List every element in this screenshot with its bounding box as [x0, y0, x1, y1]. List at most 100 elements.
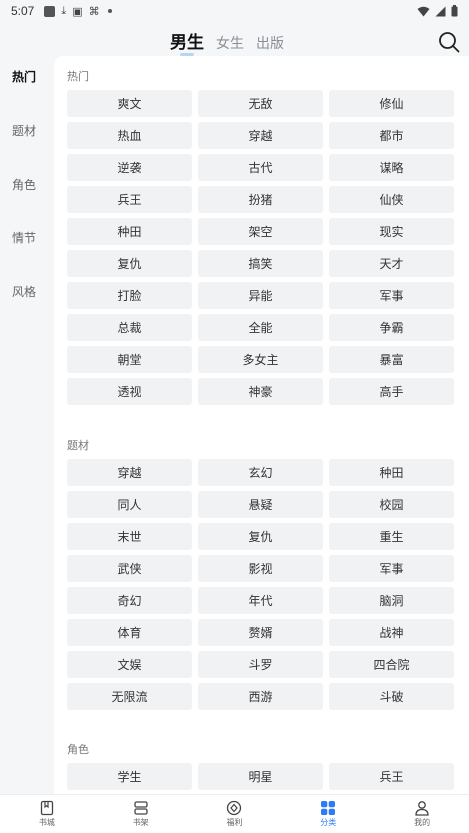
- category-tag[interactable]: 学生: [67, 763, 192, 791]
- category-tag[interactable]: 热血: [67, 122, 192, 149]
- sidebar-item-4[interactable]: 风格: [12, 283, 36, 300]
- nav-item-2[interactable]: 福利: [188, 795, 282, 833]
- category-tag[interactable]: 脑洞: [329, 587, 454, 614]
- category-tag[interactable]: 天才: [329, 250, 454, 277]
- category-tag[interactable]: 无限流: [67, 683, 192, 710]
- nav-label: 福利: [226, 818, 243, 827]
- category-tag[interactable]: 悬疑: [198, 491, 323, 518]
- wifi-icon: [417, 6, 430, 16]
- category-tag[interactable]: 同人: [67, 491, 192, 518]
- category-tag[interactable]: 打脸: [67, 282, 192, 309]
- tag-grid: 穿越 玄幻 种田同人 悬疑 校园末世 复仇 重生武侠 影视 军事奇幻 年代 脑洞体育 赘婿 战神文娱 斗罗…: [67, 459, 455, 710]
- category-tag[interactable]: 无敌: [198, 90, 323, 117]
- category-tag[interactable]: 仙侠: [329, 186, 454, 213]
- category-tag[interactable]: 现实: [329, 218, 454, 245]
- category-tag[interactable]: 种田: [67, 218, 192, 245]
- category-tag[interactable]: 扮猪: [198, 186, 323, 213]
- category-tag[interactable]: 异能: [198, 282, 323, 309]
- tag-grid: 爽文 无敌 修仙热血 穿越 都市逆袭 古代 谋略兵王 扮猪 仙侠种田 架空 现实复仇 搞笑 天才打脸 异能…: [67, 90, 455, 405]
- section-title: 题材: [67, 439, 89, 452]
- header: 男生 女生 出版: [0, 22, 469, 58]
- category-tag[interactable]: 军事: [329, 282, 454, 309]
- category-tag[interactable]: 奇幻: [67, 587, 192, 614]
- nav-item-0[interactable]: 书城: [0, 795, 94, 833]
- status-time: 5:07: [11, 4, 35, 18]
- category-tag[interactable]: 玄幻: [198, 459, 323, 486]
- category-tag[interactable]: 影视: [198, 555, 323, 582]
- category-tag[interactable]: 明星: [198, 763, 323, 791]
- category-tag[interactable]: 神豪: [198, 378, 323, 405]
- category-tag[interactable]: 武侠: [67, 555, 192, 582]
- app-notification-icon-2: ⌘: [88, 4, 100, 18]
- category-content[interactable]: 热门 爽文 无敌 修仙 热血 穿越 都市 逆袭 古代 谋略 兵王 扮猪 仙侠 种田 架空 现实 复仇 搞笑 天才 打脸…: [54, 56, 469, 794]
- category-tag[interactable]: 年代: [198, 587, 323, 614]
- nav-label: 书城: [38, 818, 55, 827]
- app-notification-icon: [44, 5, 56, 17]
- status-bar: 5:07 ⤓ ▣ ⌘: [0, 0, 469, 22]
- sidebar-item-1[interactable]: 题材: [12, 122, 36, 139]
- category-tag[interactable]: 逆袭: [67, 154, 192, 181]
- category-tag[interactable]: 古代: [198, 154, 323, 181]
- bottom-nav: 书城 书架 福利 分类 我的: [0, 794, 469, 833]
- category-tag[interactable]: 兵王: [67, 186, 192, 213]
- nav-label: 分类: [320, 818, 337, 827]
- user-icon: [414, 800, 430, 816]
- tag-grid: 学生明星兵王神医医生学霸: [67, 763, 455, 794]
- category-tag[interactable]: 复仇: [198, 523, 323, 550]
- category-tag[interactable]: 复仇: [67, 250, 192, 277]
- section-title: 角色: [67, 743, 89, 757]
- category-tag[interactable]: 都市: [329, 122, 454, 149]
- category-tag[interactable]: 种田: [329, 459, 454, 486]
- category-tag[interactable]: 四合院: [329, 651, 454, 678]
- category-tag[interactable]: 军事: [329, 555, 454, 582]
- category-tag[interactable]: 谋略: [329, 154, 454, 181]
- category-tag[interactable]: 文娱: [67, 651, 192, 678]
- nav-item-3[interactable]: 分类: [281, 795, 375, 833]
- gender-tab-1[interactable]: 女生: [216, 33, 244, 53]
- bookshelf-icon: [133, 800, 149, 816]
- search-icon[interactable]: [438, 31, 460, 53]
- category-tag[interactable]: 搞笑: [198, 250, 323, 277]
- sidebar-item-3[interactable]: 情节: [12, 229, 36, 246]
- category-tag[interactable]: 校园: [329, 491, 454, 518]
- category-tag[interactable]: 透视: [67, 378, 192, 405]
- more-notifications-dot-icon: [107, 9, 112, 13]
- category-tag[interactable]: 末世: [67, 523, 192, 550]
- category-tag[interactable]: 穿越: [198, 122, 323, 149]
- category-tag[interactable]: 暴富: [329, 346, 454, 373]
- nav-item-1[interactable]: 书架: [94, 795, 188, 833]
- gender-tab-2[interactable]: 出版: [256, 33, 284, 53]
- category-tag[interactable]: 战神: [329, 619, 454, 646]
- category-tag[interactable]: 西游: [198, 683, 323, 710]
- nav-label: 书架: [132, 818, 149, 827]
- bookmark-book-icon: [39, 800, 55, 816]
- download-icon: ⤓: [61, 4, 67, 17]
- category-tag[interactable]: 斗罗: [198, 651, 323, 678]
- nav-item-4[interactable]: 我的: [375, 795, 469, 833]
- category-tag[interactable]: 斗破: [329, 683, 454, 710]
- category-tag[interactable]: 架空: [198, 218, 323, 245]
- sidebar-item-0[interactable]: 热门: [12, 68, 36, 85]
- gender-tabs: 男生 女生 出版: [170, 28, 284, 56]
- category-tag[interactable]: 争霸: [329, 314, 454, 341]
- category-tag[interactable]: 修仙: [329, 90, 454, 117]
- sidebar-item-2[interactable]: 角色: [12, 176, 36, 193]
- coin-icon: [226, 800, 242, 816]
- gender-tab-0[interactable]: 男生: [170, 28, 204, 56]
- category-tag[interactable]: 兵王: [329, 763, 454, 791]
- category-tag[interactable]: 重生: [329, 523, 454, 550]
- category-tag[interactable]: 赘婿: [198, 619, 323, 646]
- category-tag[interactable]: 朝堂: [67, 346, 192, 373]
- category-tag[interactable]: 爽文: [67, 90, 192, 117]
- section-title: 热门: [67, 70, 89, 83]
- category-tag[interactable]: 全能: [198, 314, 323, 341]
- category-tag[interactable]: 体育: [67, 619, 192, 646]
- category-tag[interactable]: 总裁: [67, 314, 192, 341]
- category-grid-icon: [320, 800, 336, 816]
- category-tag[interactable]: 多女主: [198, 346, 323, 373]
- category-tag[interactable]: 高手: [329, 378, 454, 405]
- a-notification-icon: ▣: [72, 4, 83, 18]
- category-tag[interactable]: 穿越: [67, 459, 192, 486]
- battery-icon: [451, 5, 458, 17]
- signal-icon: [435, 6, 446, 16]
